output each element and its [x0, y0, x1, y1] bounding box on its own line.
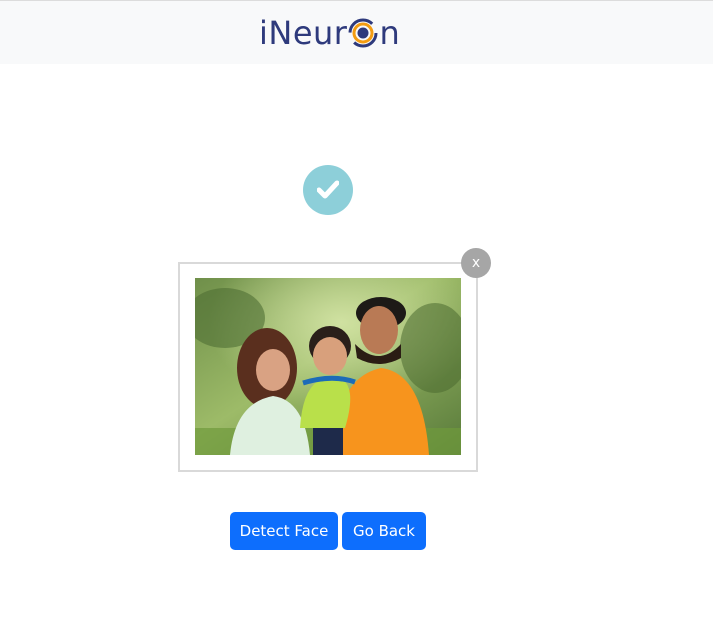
go-back-button[interactable]: Go Back — [342, 512, 426, 550]
success-check-badge — [303, 165, 353, 215]
brand-text-prefix: iNeur — [259, 14, 348, 52]
brand-wordmark: iNeur n — [259, 17, 400, 49]
brand-o-ring-icon — [348, 18, 378, 48]
remove-image-button[interactable]: x — [461, 248, 491, 278]
family-photo — [195, 278, 461, 455]
brand-logo[interactable]: iNeur n — [259, 13, 400, 53]
top-navbar: iNeur n — [0, 0, 713, 64]
check-icon — [317, 180, 339, 199]
uploaded-image-preview — [195, 278, 461, 455]
detect-face-button[interactable]: Detect Face — [230, 512, 338, 550]
remove-image-label: x — [471, 255, 481, 271]
brand-text-suffix: n — [379, 14, 401, 52]
